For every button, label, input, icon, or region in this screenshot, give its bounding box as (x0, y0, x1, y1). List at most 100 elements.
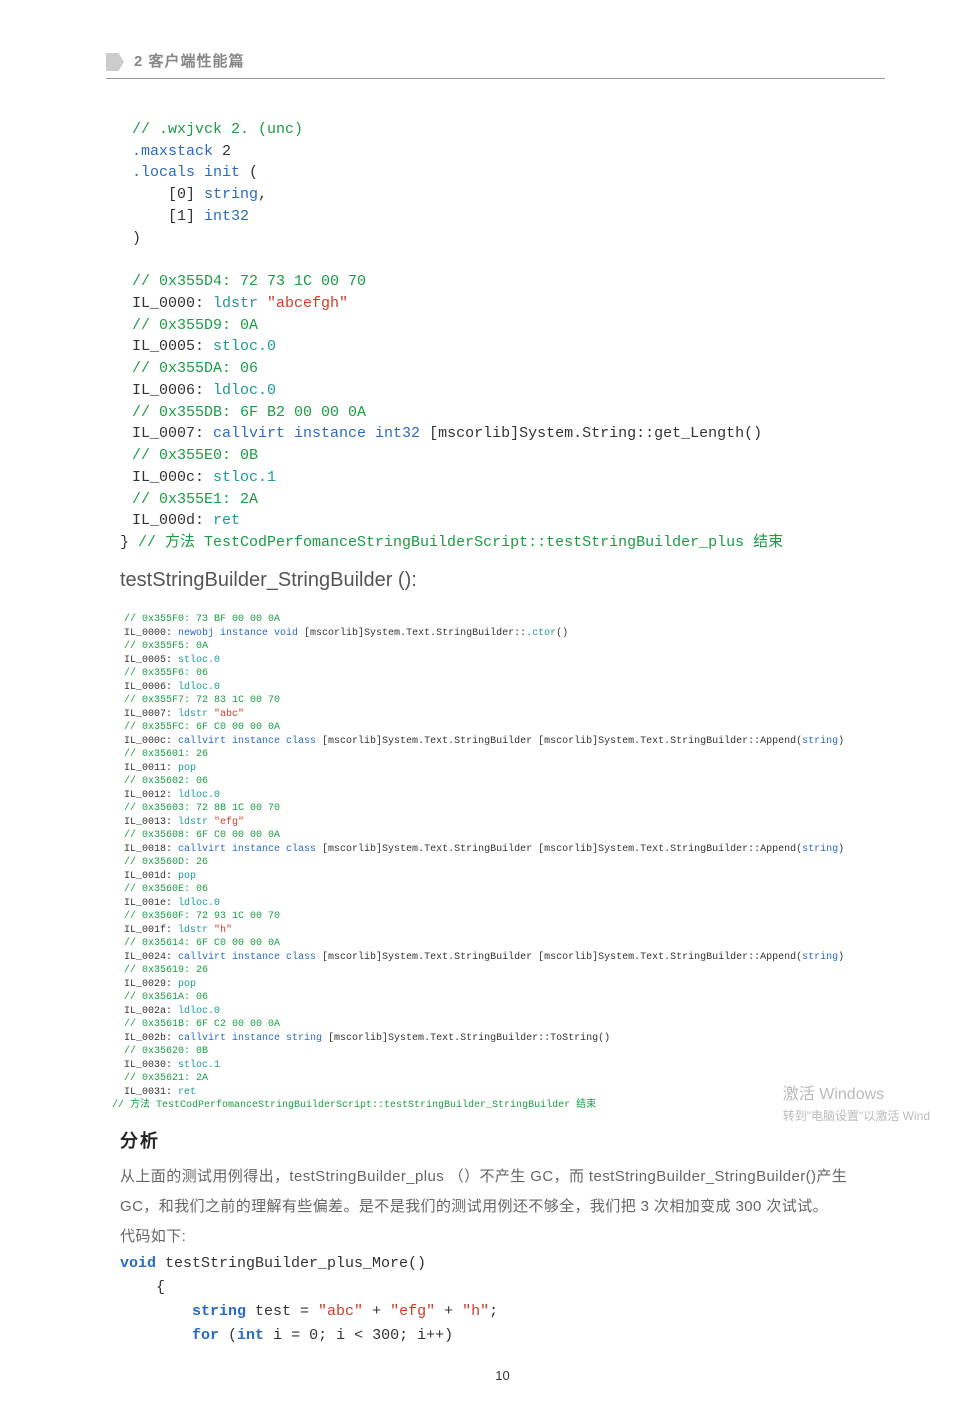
code-comment: // 0x3560E: 06 (124, 884, 208, 895)
code-keyword: void (120, 1255, 156, 1272)
code-comment: // 0x35603: 72 8B 1C 00 70 (124, 803, 280, 814)
chapter-marker-icon (106, 53, 124, 71)
code-text: [mscorlib]System.Text.StringBuilder [msc… (322, 952, 802, 963)
chapter-title: 2 客户端性能篇 (134, 50, 245, 74)
code-op: ldloc.0 (213, 382, 276, 399)
code-text: [ (132, 208, 177, 225)
code-keyword: int (237, 1327, 264, 1344)
analysis-paragraph-2: 代码如下: (120, 1222, 885, 1252)
page-number: 10 (120, 1366, 885, 1387)
code-num: 300 (372, 1327, 399, 1344)
code-op: ldstr (178, 817, 214, 828)
windows-activation-watermark: 激活 Windows 转到"电脑设置"以激活 Wind (783, 1082, 930, 1127)
code-label: IL_0000: (124, 628, 178, 639)
code-op: .ctor (526, 628, 556, 639)
code-text: [mscorlib]System.Text.StringBuilder::ToS… (328, 1033, 610, 1044)
code-text: ] (186, 186, 204, 203)
code-label: IL_0024: (124, 952, 178, 963)
code-op: callvirt instance class (178, 736, 322, 747)
code-comment: // 0x355FC: 6F C0 00 00 0A (124, 722, 280, 733)
code-label: IL_0029: (124, 979, 178, 990)
code-comment: // 0x35608: 6F C0 00 00 0A (124, 830, 280, 841)
code-keyword: string (192, 1303, 246, 1320)
code-text: , (258, 186, 267, 203)
csharp-code-block: void testStringBuilder_plus_More() { str… (120, 1252, 885, 1348)
code-text: ; i < (318, 1327, 372, 1344)
code-label: IL_001f: (124, 925, 178, 936)
code-keyword: .maxstack (132, 143, 213, 160)
code-op: ldstr (213, 295, 267, 312)
code-label: IL_001d: (124, 871, 178, 882)
code-op: ret (213, 512, 240, 529)
code-text: + (363, 1303, 390, 1320)
code-op: ldloc.0 (178, 790, 220, 801)
code-op: stloc.1 (213, 469, 276, 486)
code-comment: // 0x355F5: 0A (124, 641, 208, 652)
code-text: ] (186, 208, 204, 225)
il-code-block-1-end: } // 方法 TestCodPerfomanceStringBuilderSc… (120, 532, 885, 554)
code-keyword: for (192, 1327, 219, 1344)
code-op: ldstr (178, 709, 214, 720)
code-string: "h" (462, 1303, 489, 1320)
code-string: "efg" (214, 817, 244, 828)
section-title-stringbuilder: testStringBuilder_StringBuilder (): (120, 564, 885, 596)
code-comment: // 0x3560D: 26 (124, 857, 208, 868)
code-label: IL_0018: (124, 844, 178, 855)
code-op: pop (178, 871, 196, 882)
code-op: callvirt instance class (178, 844, 322, 855)
code-label: IL_0013: (124, 817, 178, 828)
code-comment: // 0x355F6: 06 (124, 668, 208, 679)
code-comment: // 0x35614: 6F C0 00 00 0A (124, 938, 280, 949)
code-op: stloc.1 (178, 1060, 220, 1071)
code-text: + (435, 1303, 462, 1320)
code-op: stloc.0 (213, 338, 276, 355)
code-op: pop (178, 979, 196, 990)
code-op: stloc.0 (178, 655, 220, 666)
code-text: 2 (213, 143, 231, 160)
code-text: [mscorlib]System.Text.StringBuilder [msc… (322, 844, 802, 855)
code-text: ; i++) (399, 1327, 453, 1344)
code-op: callvirt instance int32 (213, 425, 429, 442)
code-comment: // 0x355E0: 0B (132, 447, 258, 464)
code-type: string (802, 952, 838, 963)
code-op: ldloc.0 (178, 1006, 220, 1017)
code-comment: // 0x355D4: 72 73 1C 00 70 (132, 273, 366, 290)
code-num: 0 (177, 186, 186, 203)
code-label: IL_0005: (132, 338, 213, 355)
code-comment: // 0x355E1: 2A (132, 491, 258, 508)
code-label: IL_0030: (124, 1060, 178, 1071)
code-comment: // 0x35601: 26 (124, 749, 208, 760)
code-string: "efg" (390, 1303, 435, 1320)
code-text: [ (132, 186, 177, 203)
code-text: i = (264, 1327, 309, 1344)
analysis-paragraph-1: 从上面的测试用例得出，testStringBuilder_plus （）不产生 … (120, 1162, 885, 1222)
activation-title: 激活 Windows (783, 1082, 930, 1108)
il-code-block-2: // 0x355F0: 73 BF 00 00 0A IL_0000: newo… (124, 600, 885, 1100)
code-string: "abc" (214, 709, 244, 720)
code-op: ldloc.0 (178, 898, 220, 909)
code-label: IL_000c: (132, 469, 213, 486)
code-comment: // 0x3561A: 06 (124, 992, 208, 1003)
code-label: IL_0000: (132, 295, 213, 312)
code-text: ; (489, 1303, 498, 1320)
code-comment: // 方法 TestCodPerfomanceStringBuilderScri… (138, 534, 783, 551)
code-op: ldstr (178, 925, 214, 936)
code-string: "abc" (318, 1303, 363, 1320)
code-comment: // 0x3560F: 72 93 1C 00 70 (124, 911, 280, 922)
code-label: IL_002b: (124, 1033, 178, 1044)
code-label: IL_001e: (124, 898, 178, 909)
code-label: IL_0011: (124, 763, 178, 774)
code-brace: { (120, 1279, 165, 1296)
code-label: IL_0006: (132, 382, 213, 399)
code-num: 1 (177, 208, 186, 225)
code-comment: // 0x355D9: 0A (132, 317, 258, 334)
code-comment: // 方法 TestCodPerfomanceStringBuilderScri… (112, 1100, 596, 1111)
code-label: IL_0005: (124, 655, 178, 666)
code-text: test = (246, 1303, 318, 1320)
il-code-block-2-end: // 方法 TestCodPerfomanceStringBuilderScri… (112, 1099, 885, 1113)
code-type: string (802, 736, 838, 747)
code-num: 0 (309, 1327, 318, 1344)
code-op: pop (178, 763, 196, 774)
code-comment: // 0x35620: 0B (124, 1046, 208, 1057)
code-comment: // 0x35621: 2A (124, 1073, 208, 1084)
